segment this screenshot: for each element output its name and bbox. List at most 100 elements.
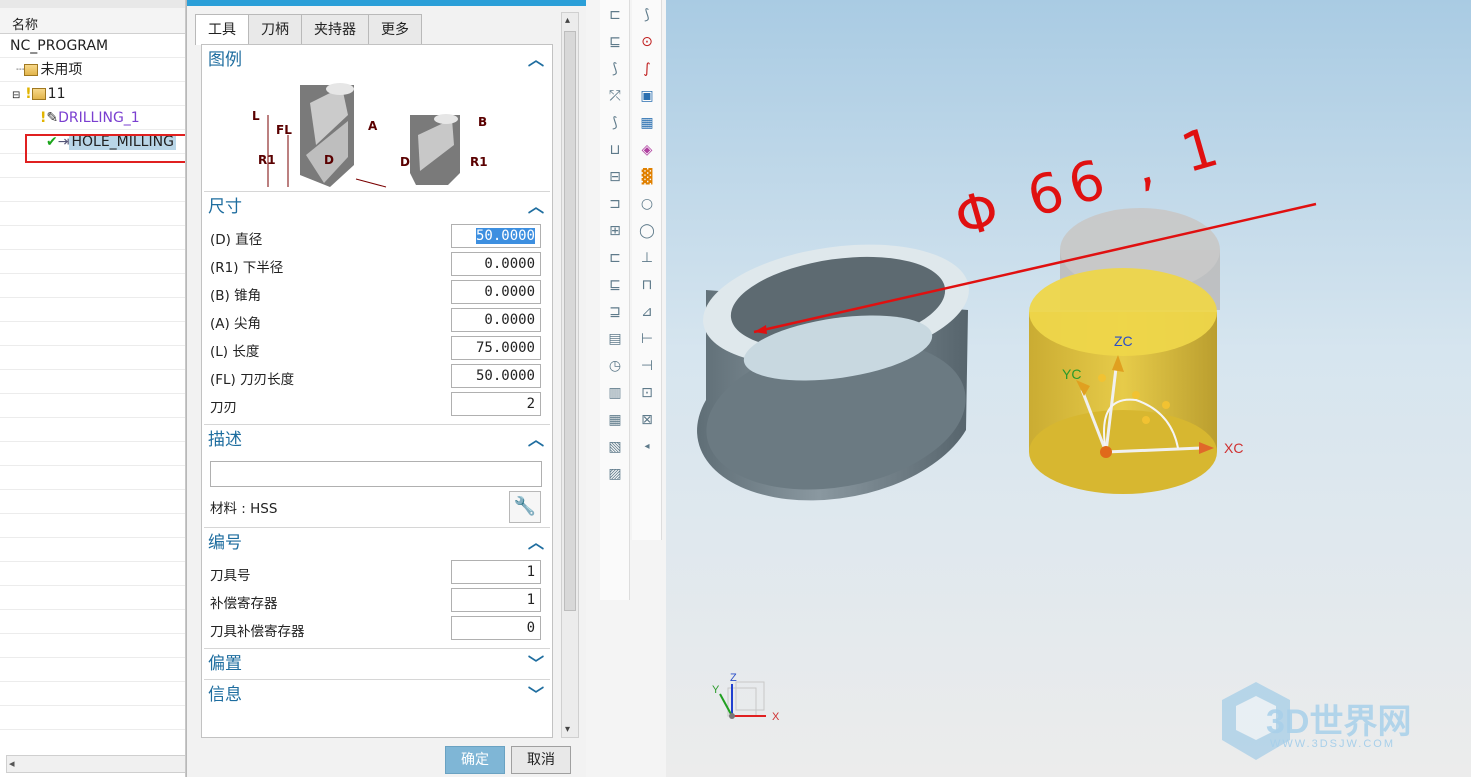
- operation-icon[interactable]: ⤱: [603, 84, 627, 108]
- collapse-chevron-icon[interactable]: ︿: [528, 528, 544, 558]
- lower-radius-input[interactable]: 0.0000: [451, 252, 541, 276]
- scroll-down-icon[interactable]: ▾: [565, 724, 570, 735]
- field-label: (B) 锥角: [210, 288, 262, 304]
- operation-icon[interactable]: ⊠: [635, 408, 659, 432]
- operation-icon[interactable]: ⊐: [603, 192, 627, 216]
- target-icon[interactable]: ⊙: [635, 30, 659, 54]
- wrench-icon[interactable]: 🔧: [509, 491, 541, 523]
- operation-icon[interactable]: ▧: [603, 435, 627, 459]
- operation-icon[interactable]: ▤: [603, 327, 627, 351]
- circle-icon[interactable]: ◯: [635, 219, 659, 243]
- field-flute-length: (FL) 刀刃长度 50.0000: [202, 362, 552, 390]
- cancel-button[interactable]: 取消: [511, 746, 571, 774]
- flutes-input[interactable]: 2: [451, 392, 541, 416]
- operation-icon[interactable]: ◷: [603, 354, 627, 378]
- cutcom-register-input[interactable]: 0: [451, 616, 541, 640]
- operation-icon[interactable]: ⊑: [603, 30, 627, 54]
- magnify-icon[interactable]: ○: [635, 192, 659, 216]
- diagram-label-R1-right: R1: [470, 155, 488, 169]
- watermark-text: 3D世界网: [1266, 703, 1412, 741]
- operation-icon[interactable]: ⊟: [603, 165, 627, 189]
- field-cutcom-register: 刀具补偿寄存器 0: [202, 614, 552, 642]
- axis-label-yc: YC: [1062, 366, 1082, 382]
- tab-holder[interactable]: 刀柄: [248, 14, 302, 44]
- operation-icon[interactable]: ⊔: [603, 138, 627, 162]
- collapse-chevron-icon[interactable]: ︿: [528, 425, 544, 455]
- tab-tool[interactable]: 工具: [195, 14, 249, 45]
- taper-angle-input[interactable]: 0.0000: [451, 280, 541, 304]
- section-offset[interactable]: 偏置 ﹀: [202, 649, 552, 679]
- dialog-scrollbar[interactable]: ▴ ▾: [561, 12, 579, 738]
- scroll-up-icon[interactable]: ▴: [565, 15, 570, 26]
- toolbar-strip: ⊏ ⊑ ⟆ ⤱ ⟆ ⊔ ⊟ ⊐ ⊞ ⊏ ⊑ ⊒ ▤ ◷ ▥ ▦ ▧ ▨ ⟆ ⊙ …: [586, 0, 666, 777]
- tab-clamp[interactable]: 夹持器: [301, 14, 369, 44]
- expand-chevron-icon[interactable]: ﹀: [528, 649, 544, 679]
- edit-operation-icon: ✎: [46, 110, 59, 126]
- field-diameter: (D) 直径 50.0000: [202, 222, 552, 250]
- operation-icon[interactable]: ⟆: [603, 111, 627, 135]
- tree-row-drilling[interactable]: !✎DRILLING_1: [0, 106, 185, 130]
- field-label: (D) 直径: [210, 232, 263, 248]
- navigator-header: 名称: [0, 0, 185, 34]
- operation-icon[interactable]: ⊢: [635, 327, 659, 351]
- section-numbering[interactable]: 编号 ︿: [202, 528, 552, 558]
- operation-icon[interactable]: ⊏: [603, 246, 627, 270]
- diagram-label-D-left: D: [324, 153, 334, 167]
- operation-icon[interactable]: ⊡: [635, 381, 659, 405]
- collapse-chevron-icon[interactable]: ︿: [528, 192, 544, 222]
- section-legend[interactable]: 图例 ︿: [202, 45, 552, 75]
- tool-number-input[interactable]: 1: [451, 560, 541, 584]
- ok-button[interactable]: 确定: [445, 746, 505, 774]
- operation-icon[interactable]: ▣: [635, 84, 659, 108]
- collapse-icon[interactable]: ⊟: [0, 90, 20, 101]
- scroll-left-icon[interactable]: ◂: [9, 757, 15, 770]
- scrollbar-thumb[interactable]: [564, 31, 576, 611]
- tab-more[interactable]: 更多: [368, 14, 422, 44]
- operation-icon[interactable]: ⊣: [635, 354, 659, 378]
- more-arrow-icon[interactable]: ◂: [635, 435, 659, 459]
- adjust-register-input[interactable]: 1: [451, 588, 541, 612]
- operation-icon[interactable]: ◈: [635, 138, 659, 162]
- field-label: (R1) 下半径: [210, 260, 284, 276]
- curve-icon[interactable]: ∫: [635, 57, 659, 81]
- operation-icon[interactable]: ▦: [603, 408, 627, 432]
- description-input[interactable]: [210, 461, 542, 487]
- horizontal-scrollbar[interactable]: ◂: [6, 755, 185, 773]
- diagram-label-R1-left: R1: [258, 153, 276, 167]
- operation-icon[interactable]: ⊑: [603, 273, 627, 297]
- flute-length-input[interactable]: 50.0000: [451, 364, 541, 388]
- section-dimensions[interactable]: 尺寸 ︿: [202, 192, 552, 222]
- tree-row-nc-program[interactable]: NC_PROGRAM: [0, 34, 185, 58]
- operation-icon[interactable]: ⟆: [635, 3, 659, 27]
- section-title: 尺寸: [208, 197, 242, 217]
- length-input[interactable]: 75.0000: [451, 336, 541, 360]
- collapse-chevron-icon[interactable]: ︿: [528, 45, 544, 75]
- operation-icon[interactable]: ⊿: [635, 300, 659, 324]
- operation-icon[interactable]: ⊥: [635, 246, 659, 270]
- field-label: 刀具补偿寄存器: [210, 624, 305, 640]
- operation-icon[interactable]: ▨: [603, 462, 627, 486]
- operation-icon[interactable]: ▦: [635, 111, 659, 135]
- navigator-top-strip: [0, 0, 185, 8]
- operation-navigator: 名称 NC_PROGRAM ┄ 未用项 ⊟ ! 11 !✎DRILLING_1 ✔⇥…: [0, 0, 186, 777]
- field-label: 刀刃: [210, 400, 237, 416]
- palette-icon[interactable]: ▓: [635, 165, 659, 189]
- operation-icon[interactable]: ⊒: [603, 300, 627, 324]
- diagram-label-A: A: [368, 119, 378, 133]
- graphics-viewport[interactable]: Φ 66 , 1 ZC YC XC X Y Z 3D世界网 WWW.3DSJW.…: [666, 0, 1471, 777]
- tree-row-11[interactable]: ⊟ ! 11: [0, 82, 185, 106]
- operation-icon[interactable]: ⊓: [635, 273, 659, 297]
- diagram-label-D-right: D: [400, 155, 410, 169]
- operation-icon[interactable]: ▥: [603, 381, 627, 405]
- operation-icon[interactable]: ⟆: [603, 57, 627, 81]
- operation-icon[interactable]: ⊞: [603, 219, 627, 243]
- name-column-header[interactable]: 名称: [12, 14, 38, 33]
- expand-chevron-icon[interactable]: ﹀: [528, 680, 544, 710]
- section-description[interactable]: 描述 ︿: [202, 425, 552, 455]
- tip-angle-input[interactable]: 0.0000: [451, 308, 541, 332]
- tree-row-unused[interactable]: ┄ 未用项: [0, 58, 185, 82]
- operation-icon[interactable]: ⊏: [603, 3, 627, 27]
- diameter-input[interactable]: 50.0000: [451, 224, 541, 248]
- section-info[interactable]: 信息 ﹀: [202, 680, 552, 710]
- mini-axis-y: Y: [712, 684, 720, 696]
